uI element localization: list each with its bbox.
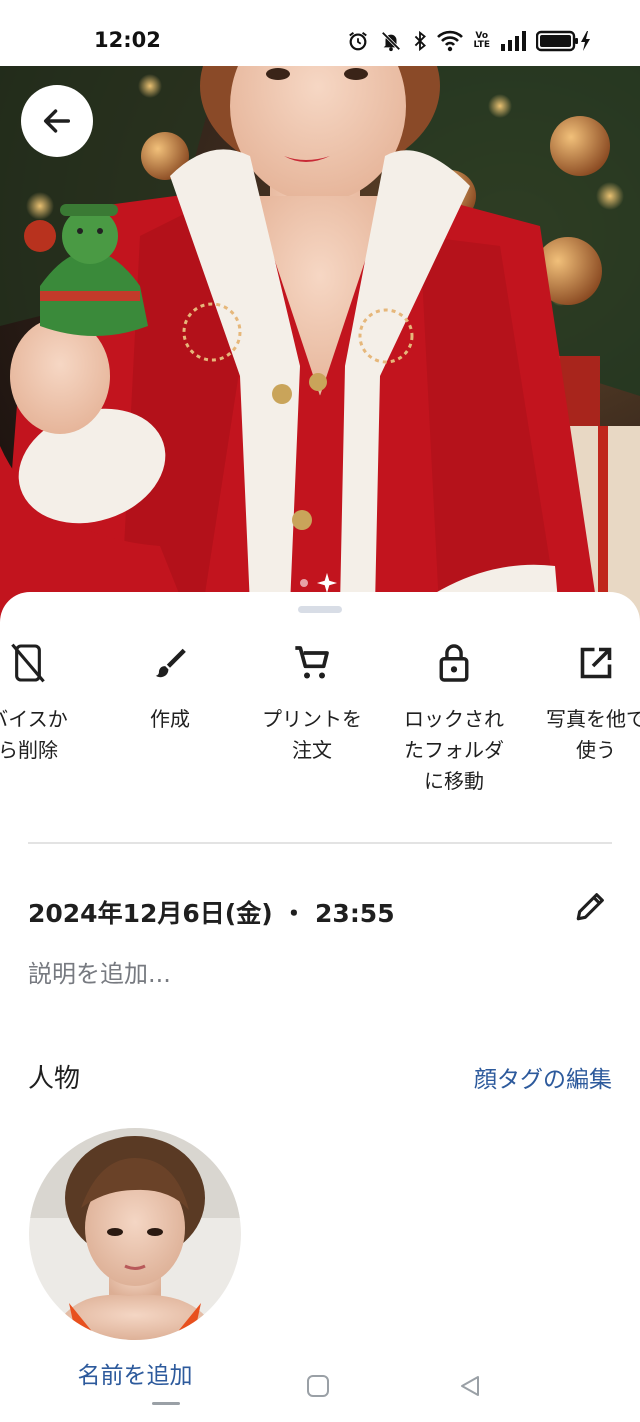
alarm-icon	[347, 30, 369, 52]
person-face-image	[29, 1128, 241, 1340]
bluetooth-icon	[413, 30, 427, 52]
sheet-drag-handle[interactable]	[298, 606, 342, 613]
date-row: 2024年12月6日(金) ・ 23:55	[28, 888, 612, 932]
home-icon[interactable]	[306, 1374, 330, 1402]
details-sheet: バイスか ら削除 作成 プリントを 注文 ロックされ たフォルダ に移動	[0, 592, 640, 1422]
action-row: バイスか ら削除 作成 プリントを 注文 ロックされ たフォルダ に移動	[0, 642, 640, 812]
order-prints-label: プリントを 注文	[262, 707, 362, 762]
photo-image	[0, 66, 640, 626]
mute-icon	[379, 30, 403, 52]
status-icons: Vo LTE	[347, 27, 592, 55]
divider	[28, 842, 612, 844]
signal-icon	[500, 31, 526, 51]
open-external-icon	[578, 642, 614, 684]
cart-icon	[292, 642, 332, 684]
wifi-icon	[437, 30, 464, 52]
status-time: 12:02	[94, 28, 161, 52]
page-dot	[300, 579, 308, 587]
back-button[interactable]	[21, 85, 93, 157]
create-label: 作成	[150, 707, 190, 731]
status-bar: 12:02 Vo LTE	[0, 0, 640, 66]
people-title: 人物	[28, 1064, 81, 1094]
move-to-locked-folder-label: ロックされ たフォルダ に移動	[404, 707, 504, 793]
move-to-locked-folder-button[interactable]: ロックされ たフォルダ に移動	[388, 642, 520, 797]
back-icon[interactable]	[458, 1374, 482, 1402]
battery-charging-icon	[536, 30, 592, 52]
page-indicator	[300, 572, 338, 594]
pencil-icon[interactable]	[574, 888, 608, 928]
phone-off-icon	[11, 642, 45, 684]
volte-bottom-text: LTE	[473, 40, 490, 50]
edit-face-tags-link[interactable]: 顔タグの編集	[474, 1060, 612, 1094]
arrow-back-icon	[43, 109, 71, 133]
create-button[interactable]: 作成	[104, 642, 236, 735]
brush-icon	[151, 642, 189, 684]
use-elsewhere-button[interactable]: 写真を他で 使う	[530, 642, 640, 766]
description-input[interactable]: 説明を追加...	[28, 954, 171, 989]
lock-icon	[437, 642, 471, 684]
people-header: 人物 顔タグの編集	[28, 1058, 612, 1098]
sparkle-icon	[316, 572, 338, 594]
photo-datetime: 2024年12月6日(金) ・ 23:55	[28, 899, 395, 928]
use-elsewhere-label: 写真を他で 使う	[546, 707, 640, 762]
person-avatar[interactable]	[29, 1128, 241, 1340]
remove-from-device-button[interactable]: バイスか ら削除	[0, 642, 94, 766]
photo-viewer-screen: 12:02 Vo LTE イスか ら削除 作成 プリントを 注文 ロックされ た…	[0, 0, 640, 1422]
photo-view[interactable]	[0, 66, 640, 626]
order-prints-button[interactable]: プリントを 注文	[246, 642, 378, 766]
remove-from-device-label: バイスか ら削除	[0, 707, 68, 762]
recents-icon[interactable]	[152, 1392, 180, 1411]
volte-icon: Vo LTE	[473, 32, 490, 50]
system-navigation-bar	[0, 1362, 640, 1422]
